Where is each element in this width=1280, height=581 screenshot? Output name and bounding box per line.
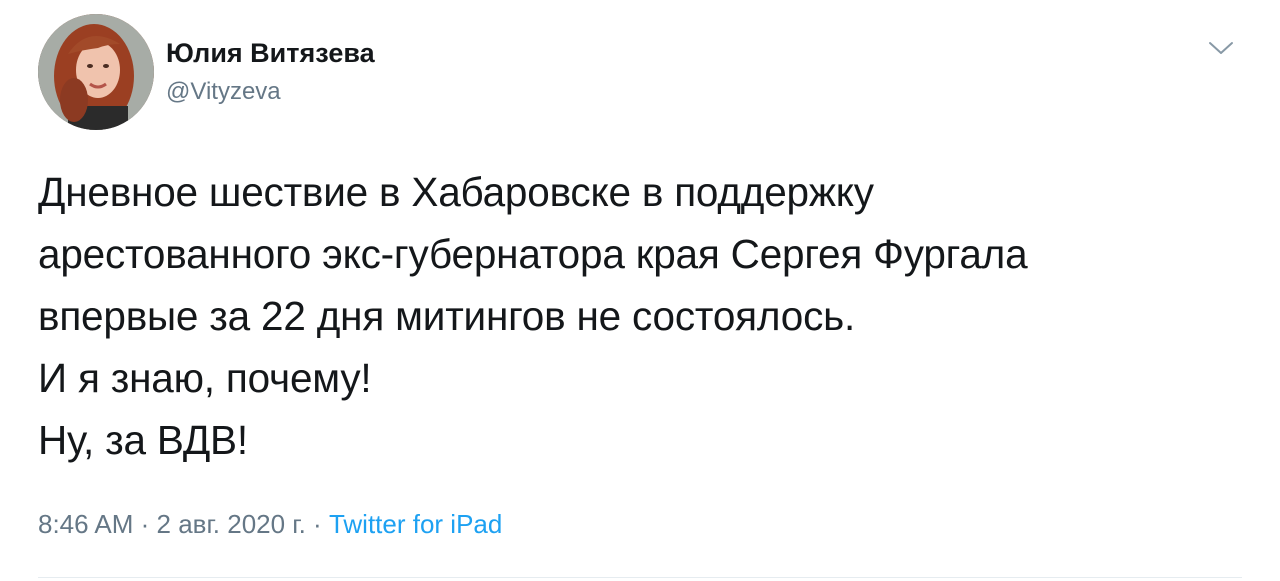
author-info: Юлия Витязева @Vityzeva <box>166 37 375 107</box>
tweet-date[interactable]: 2 авг. 2020 г. <box>157 509 306 539</box>
tweet-text-line: впервые за 22 дня митингов не состоялось… <box>38 293 856 339</box>
meta-separator: · <box>133 509 157 539</box>
tweet-card: Юлия Витязева @Vityzeva Дневное шествие … <box>0 0 1280 581</box>
tweet-text: Дневное шествие в Хабаровске в поддержку… <box>38 161 1258 471</box>
meta-separator: · <box>305 509 329 539</box>
user-handle[interactable]: @Vityzeva <box>166 77 375 107</box>
chevron-down-icon[interactable] <box>1207 38 1235 58</box>
tweet-meta: 8:46 AM · 2 авг. 2020 г. · Twitter for i… <box>38 508 502 540</box>
tweet-time[interactable]: 8:46 AM <box>38 509 133 539</box>
tweet-source-link[interactable]: Twitter for iPad <box>329 509 502 539</box>
tweet-text-line: Ну, за ВДВ! <box>38 417 248 463</box>
display-name[interactable]: Юлия Витязева <box>166 37 375 69</box>
tweet-text-line: Дневное шествие в Хабаровске в поддержку <box>38 169 874 215</box>
tweet-text-line: И я знаю, почему! <box>38 355 372 401</box>
avatar-photo <box>38 14 154 130</box>
divider <box>38 577 1242 578</box>
tweet-text-line: арестованного экс-губернатора края Серге… <box>38 231 1028 277</box>
avatar[interactable] <box>38 14 154 130</box>
